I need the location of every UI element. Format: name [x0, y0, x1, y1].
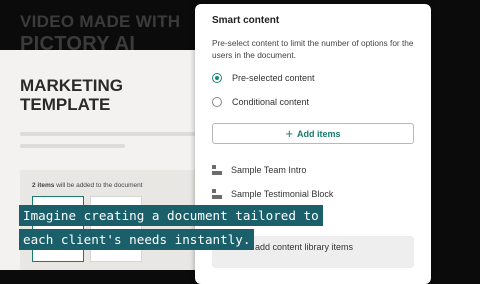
radio-selected-icon[interactable] [212, 73, 222, 83]
plus-icon: + [285, 126, 294, 141]
watermark-line-1: VIDEO MADE WITH [20, 12, 181, 31]
document-title: MARKETING TEMPLATE [20, 76, 123, 114]
document-text-placeholder [20, 132, 195, 136]
content-block-icon [212, 165, 222, 175]
document-title-line-2: TEMPLATE [20, 95, 111, 114]
option-preselected-content[interactable]: Pre-selected content [212, 70, 315, 86]
content-item[interactable]: Sample Testimonial Block [212, 187, 333, 201]
selection-caption: 2 items will be added to the document [32, 182, 143, 189]
option-label: Conditional content [232, 97, 310, 107]
panel-description: Pre-select content to limit the number o… [212, 38, 414, 60]
selection-text: will be added to the document [54, 182, 143, 189]
document-title-line-1: MARKETING [20, 76, 123, 95]
document-text-placeholder [20, 144, 125, 148]
subtitle-text: Imagine creating a document tailored to [19, 205, 323, 226]
subtitle-text: each client's needs instantly. [19, 229, 255, 250]
option-label: Pre-selected content [232, 73, 315, 83]
subtitle-line-1: Imagine creating a document tailored to [19, 205, 323, 226]
panel-title: Smart content [212, 15, 280, 26]
content-item[interactable]: Sample Team Intro [212, 163, 306, 177]
watermark-line-2: PICTORY AI [20, 34, 136, 50]
content-item-label: Sample Team Intro [231, 165, 307, 175]
selection-count: 2 items [32, 182, 55, 189]
content-block-icon [212, 189, 222, 199]
content-library-label: add content library items [255, 242, 354, 252]
option-conditional-content[interactable]: Conditional content [212, 94, 309, 110]
subtitle-line-2: each client's needs instantly. [19, 229, 255, 250]
add-items-button[interactable]: + Add items [212, 123, 414, 144]
radio-unselected-icon[interactable] [212, 97, 222, 107]
add-items-label: Add items [297, 128, 341, 139]
content-item-label: Sample Testimonial Block [231, 189, 334, 199]
